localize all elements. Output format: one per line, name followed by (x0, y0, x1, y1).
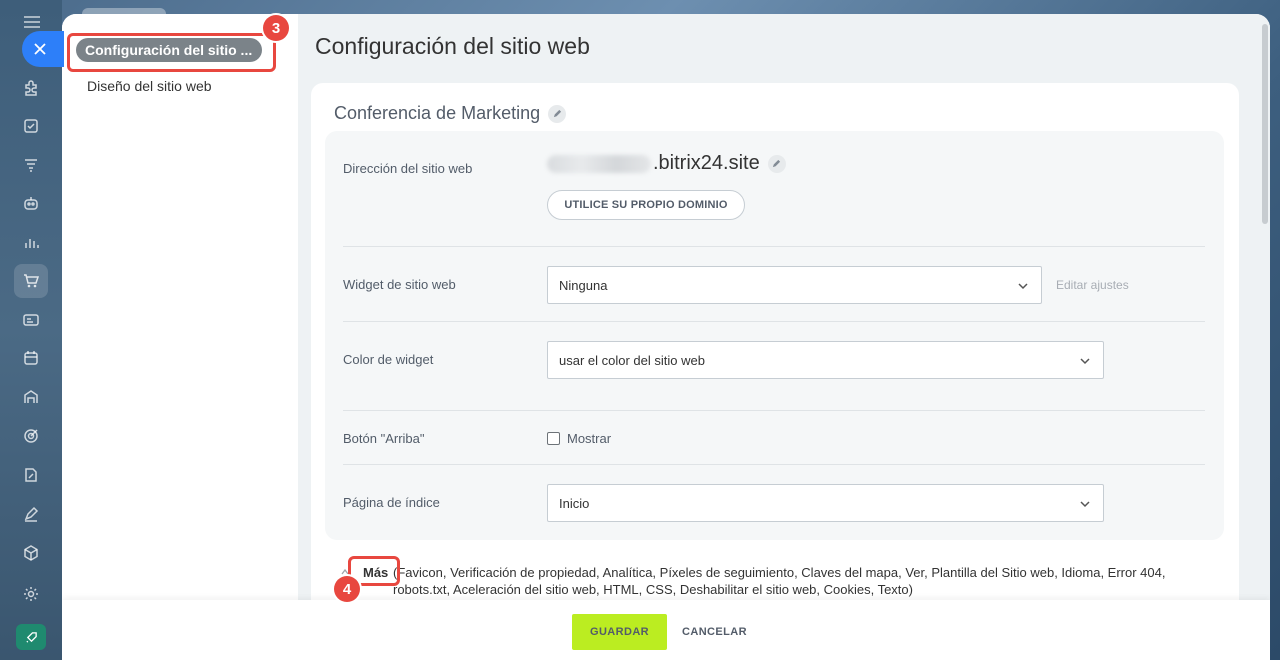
chevron-down-icon (1080, 501, 1090, 508)
calendar-icon[interactable] (14, 341, 48, 375)
blurred-subdomain (547, 154, 651, 173)
settings-card: Conferencia de Marketing Dirección del s… (311, 83, 1239, 643)
close-icon (34, 43, 46, 55)
index-page-label: Página de índice (343, 495, 440, 510)
own-domain-button[interactable]: UTILICE SU PROPIO DOMINIO (547, 190, 745, 220)
pen-icon[interactable] (14, 497, 48, 531)
up-button-checkbox[interactable] (547, 432, 560, 445)
cube-icon[interactable] (14, 536, 48, 570)
left-nav-rail (0, 0, 62, 660)
annotation-step-number: 3 (263, 15, 289, 41)
domain-suffix: .bitrix24.site (653, 152, 760, 174)
task-check-icon[interactable] (14, 109, 48, 143)
cart-icon[interactable] (14, 264, 48, 298)
document-sign-icon[interactable] (14, 458, 48, 492)
widget-label: Widget de sitio web (343, 277, 456, 292)
bar-chart-icon[interactable] (14, 225, 48, 259)
divider (343, 246, 1205, 247)
warehouse-icon[interactable] (14, 380, 48, 414)
up-button-toggle[interactable]: Mostrar (547, 431, 611, 446)
index-page-select[interactable]: Inicio (547, 484, 1104, 522)
divider (343, 464, 1205, 465)
settings-form: Dirección del sitio web .bitrix24.site U… (325, 131, 1224, 540)
widget-color-label: Color de widget (343, 352, 434, 367)
edit-domain-icon[interactable] (767, 154, 786, 173)
up-button-checkbox-label: Mostrar (567, 431, 612, 446)
scrollbar[interactable] (1262, 24, 1268, 224)
widget-select[interactable]: Ninguna (547, 266, 1042, 304)
widget-select-value: Ninguna (559, 277, 608, 293)
target-icon[interactable] (14, 419, 48, 453)
edit-site-name-icon[interactable] (548, 104, 567, 123)
domain-value: .bitrix24.site (547, 152, 786, 175)
annotation-box-side-menu (67, 33, 276, 72)
cancel-button[interactable]: CANCELAR (682, 614, 747, 650)
more-settings-list[interactable]: (Favicon, Verificación de propiedad, Ana… (393, 564, 1193, 598)
chevron-down-icon (1018, 283, 1028, 290)
rocket-icon[interactable] (16, 624, 46, 650)
widget-color-select-value: usar el color del sitio web (559, 352, 705, 368)
puzzle-icon[interactable] (14, 70, 48, 104)
hamburger-menu-icon[interactable] (24, 16, 40, 28)
divider (343, 410, 1205, 411)
chevron-down-icon (1080, 358, 1090, 365)
footer-bar: GUARDAR CANCELAR (62, 600, 1270, 660)
up-button-label: Botón "Arriba" (343, 431, 425, 446)
site-name-title: Conferencia de Marketing (334, 103, 567, 124)
save-button[interactable]: GUARDAR (572, 614, 667, 650)
edit-widget-settings-link[interactable]: Editar ajustes (1056, 278, 1129, 292)
settings-slider: Configuración del sitio ... Diseño del s… (62, 14, 1270, 660)
funnel-icon[interactable] (14, 148, 48, 182)
domain-label: Dirección del sitio web (343, 161, 473, 176)
settings-side-menu: Configuración del sitio ... Diseño del s… (62, 14, 298, 660)
gear-icon[interactable] (14, 577, 48, 611)
robot-icon[interactable] (14, 186, 48, 220)
page-title: Configuración del sitio web (315, 33, 590, 59)
side-item-site-design[interactable]: Diseño del sitio web (87, 78, 212, 94)
settings-main: Configuración del sitio web Conferencia … (298, 14, 1270, 660)
widget-color-select[interactable]: usar el color del sitio web (547, 341, 1104, 379)
contact-card-icon[interactable] (14, 303, 48, 337)
site-name: Conferencia de Marketing (334, 103, 541, 123)
index-page-select-value: Inicio (559, 495, 590, 511)
close-slider-button[interactable] (22, 31, 64, 67)
divider (343, 321, 1205, 322)
annotation-step-number: 4 (334, 576, 360, 602)
